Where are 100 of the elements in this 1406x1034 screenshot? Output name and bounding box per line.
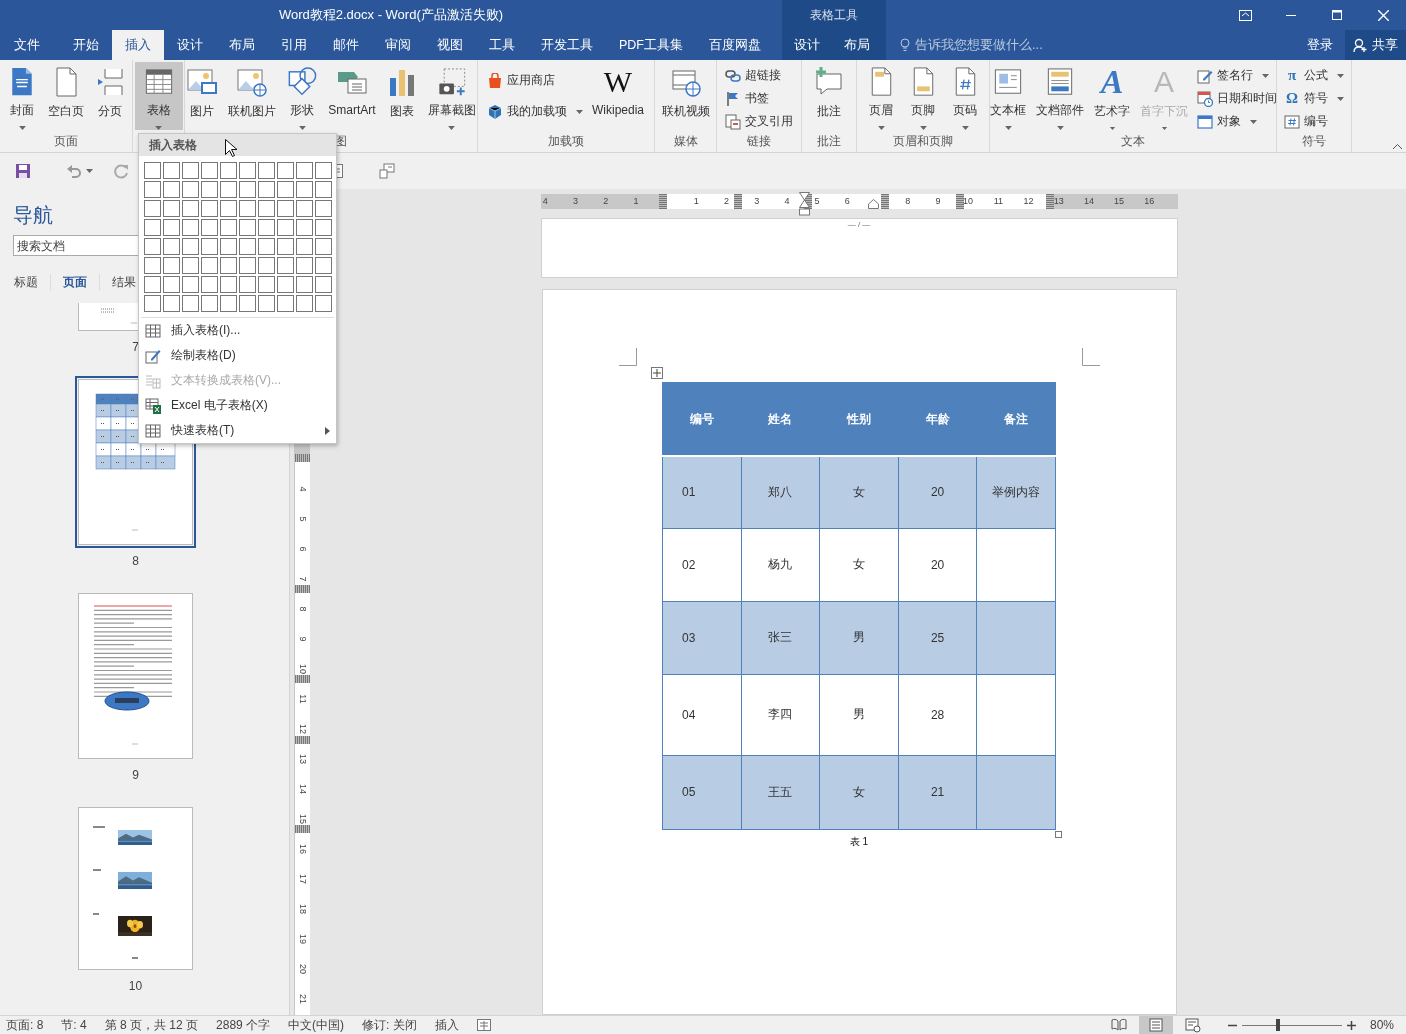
table-grid-cell[interactable] (220, 257, 237, 274)
status-item[interactable]: 中文(中国) (288, 1016, 345, 1034)
table-grid-cell[interactable] (163, 295, 180, 312)
table-grid-cell[interactable] (220, 219, 237, 236)
status-item[interactable]: 节: 4 (61, 1016, 87, 1034)
pane-tab[interactable]: 页面 (51, 273, 100, 291)
table-grid-cell[interactable] (296, 238, 313, 255)
ribbon-tab[interactable]: 插入 (112, 30, 164, 60)
table-grid-cell[interactable] (277, 162, 294, 179)
ribbon-tab[interactable]: 设计 (782, 30, 832, 60)
tell-me-field[interactable]: 告诉我您想要做什么... (915, 36, 1043, 54)
table-grid-cell[interactable] (220, 276, 237, 293)
table-grid-cell[interactable] (201, 295, 218, 312)
table-move-handle[interactable] (650, 367, 663, 379)
table-grid-cell[interactable] (144, 257, 161, 274)
table-grid-cell[interactable] (296, 257, 313, 274)
status-item[interactable]: 页面: 8 (6, 1016, 44, 1034)
table-grid-cell[interactable] (258, 181, 275, 198)
table-grid-cell[interactable] (239, 257, 256, 274)
table-grid-cell[interactable] (163, 238, 180, 255)
ribbon-tab[interactable]: PDF工具集 (606, 30, 696, 60)
pane-tab[interactable]: 标题 (0, 273, 51, 291)
table-grid-cell[interactable] (315, 257, 332, 274)
ribbon-button[interactable]: 分页 (90, 62, 130, 130)
menu-item[interactable]: 绘制表格(D) (139, 343, 336, 368)
macro-icon[interactable] (476, 1019, 491, 1031)
table-grid-cell[interactable] (315, 162, 332, 179)
table-grid-cell[interactable] (258, 200, 275, 217)
table-grid-cell[interactable] (144, 238, 161, 255)
ribbon-tab[interactable]: 设计 (164, 30, 216, 60)
table-grid-cell[interactable] (182, 181, 199, 198)
table-grid-cell[interactable] (182, 276, 199, 293)
table-grid-cell[interactable] (258, 295, 275, 312)
table-grid-cell[interactable] (239, 295, 256, 312)
ribbon-button[interactable]: 批注 (809, 62, 849, 130)
table-grid-cell[interactable] (239, 219, 256, 236)
table-grid-cell[interactable] (258, 238, 275, 255)
table-grid-cell[interactable] (144, 219, 161, 236)
table-grid-cell[interactable] (315, 219, 332, 236)
page-thumbnail[interactable] (75, 590, 196, 762)
ribbon-button[interactable]: 图片 (182, 62, 223, 130)
ribbon-button[interactable]: 页码 (945, 62, 985, 130)
ribbon-button[interactable]: 书签 (722, 88, 796, 109)
table-grid-cell[interactable] (277, 295, 294, 312)
ribbon-button[interactable]: 文本框 (986, 62, 1030, 130)
ruler-marker[interactable] (1045, 194, 1054, 209)
ribbon-button[interactable]: 联机视频 (657, 62, 714, 130)
table-grid-cell[interactable] (220, 295, 237, 312)
table-grid-cell[interactable] (296, 181, 313, 198)
table-grid-cell[interactable] (182, 200, 199, 217)
ribbon-button[interactable]: 超链接 (722, 65, 796, 86)
ribbon-tab[interactable]: 开始 (60, 30, 112, 60)
ribbon-tab[interactable]: 布局 (832, 30, 882, 60)
table-grid-cell[interactable] (144, 276, 161, 293)
ribbon-button[interactable]: 文档部件 (1032, 62, 1088, 130)
ribbon-button[interactable]: π 公式 (1281, 65, 1347, 86)
ribbon-tab[interactable]: 百度网盘 (696, 30, 774, 60)
table-grid-cell[interactable] (220, 200, 237, 217)
table-grid-cell[interactable] (182, 219, 199, 236)
ribbon-button[interactable]: SmartArt (324, 62, 380, 130)
ribbon-button[interactable]: 图表 (381, 62, 422, 130)
ruler-marker[interactable] (295, 675, 310, 683)
ruler-marker[interactable] (295, 825, 310, 833)
ruler-marker[interactable] (955, 194, 964, 209)
table-grid-cell[interactable] (315, 238, 332, 255)
ribbon-tab[interactable]: 工具 (476, 30, 528, 60)
indent-marker[interactable] (867, 199, 879, 209)
table-grid-cell[interactable] (258, 257, 275, 274)
ribbon-button[interactable]: 联机图片 (224, 62, 281, 130)
table-resize-handle[interactable] (1055, 830, 1062, 838)
table-grid-cell[interactable] (239, 200, 256, 217)
ruler-marker[interactable] (295, 454, 310, 462)
status-item[interactable]: 修订: 关闭 (362, 1016, 417, 1034)
status-item[interactable]: 第 8 页，共 12 页 (104, 1016, 199, 1034)
table-grid-cell[interactable] (144, 200, 161, 217)
table-grid-cell[interactable] (296, 200, 313, 217)
table-grid-cell[interactable] (182, 295, 199, 312)
ribbon-button[interactable]: 形状 (282, 62, 323, 130)
ruler-marker[interactable] (880, 194, 889, 209)
table-grid-cell[interactable] (296, 162, 313, 179)
table-grid-cell[interactable] (182, 257, 199, 274)
table-grid-cell[interactable] (296, 276, 313, 293)
table-grid-cell[interactable] (144, 181, 161, 198)
menu-item[interactable]: Excel 电子表格(X) (139, 393, 336, 418)
ruler-marker[interactable] (295, 585, 310, 593)
table-grid-cell[interactable] (163, 200, 180, 217)
ruler-marker[interactable] (295, 736, 310, 744)
table-grid-cell[interactable] (315, 295, 332, 312)
ribbon-button[interactable]: 表格 (134, 62, 183, 130)
page-thumbnail[interactable] (75, 804, 196, 973)
table-grid-cell[interactable] (258, 219, 275, 236)
table-grid-cell[interactable] (220, 238, 237, 255)
ribbon-button[interactable]: Ω 符号 (1281, 88, 1347, 109)
ruler-marker[interactable] (658, 194, 667, 209)
table-grid-cell[interactable] (220, 162, 237, 179)
table-grid-cell[interactable] (201, 257, 218, 274)
table-grid-cell[interactable] (144, 295, 161, 312)
table-grid-cell[interactable] (315, 276, 332, 293)
ribbon-button[interactable]: 页脚 (903, 62, 943, 130)
table-grid-cell[interactable] (277, 276, 294, 293)
